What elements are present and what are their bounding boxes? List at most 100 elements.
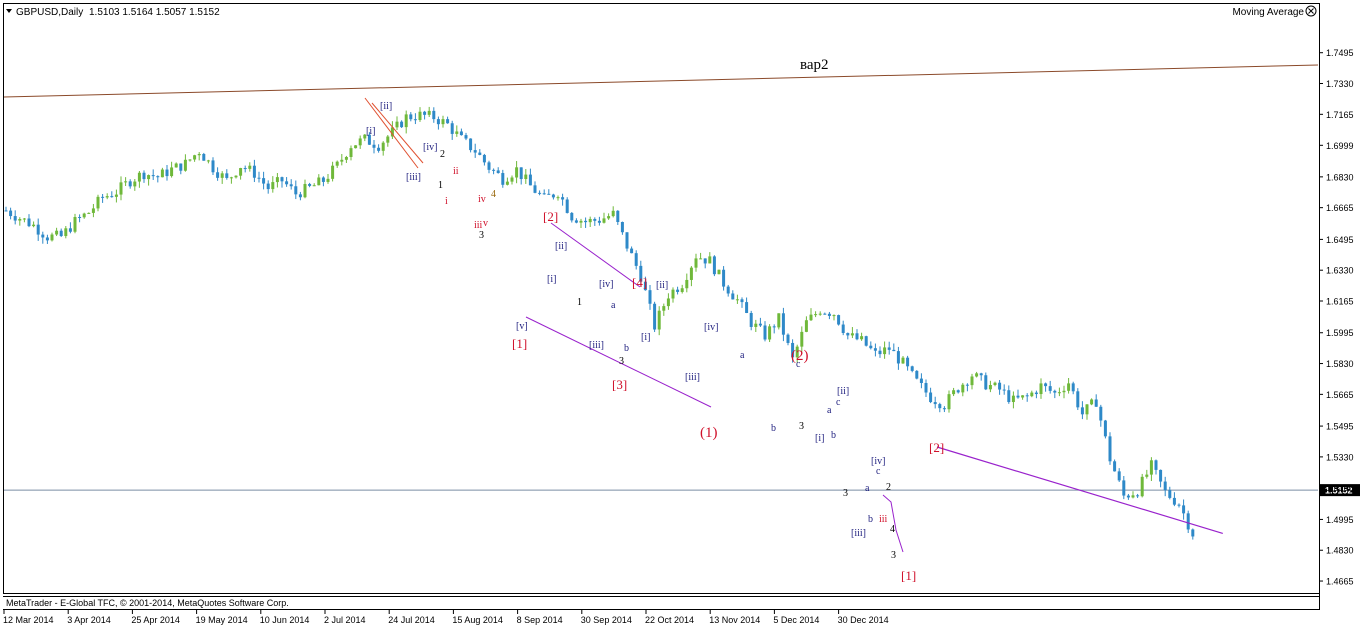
indicator-close-icon[interactable] <box>1305 5 1317 17</box>
wave-label: a <box>827 405 832 416</box>
price-tick-label: 1.5830 <box>1326 359 1354 369</box>
candle-body <box>170 167 174 177</box>
wave-lines-layer <box>364 97 1223 553</box>
candle-body <box>864 336 868 346</box>
candle-body <box>119 182 123 195</box>
candle-body <box>814 314 818 316</box>
candle-body <box>556 197 560 199</box>
symbol-dropdown-icon[interactable] <box>6 9 12 13</box>
candle-body <box>68 228 72 232</box>
candle-body <box>722 269 726 287</box>
price-tick-label: 1.7495 <box>1326 48 1354 58</box>
candle-body <box>694 258 698 268</box>
wave-label: [iii] <box>685 372 700 383</box>
candle-body <box>883 347 887 355</box>
candle-body <box>878 350 882 355</box>
candle-body <box>1057 392 1061 394</box>
candle-body <box>36 224 40 235</box>
candle-body <box>202 153 206 161</box>
candle-body <box>671 289 675 299</box>
candle-body <box>1039 383 1043 395</box>
candle-body <box>459 131 463 136</box>
candle-body <box>124 181 128 183</box>
candle-body <box>9 210 13 217</box>
candles-layer <box>4 106 1195 540</box>
wave-label: [iv] <box>423 142 437 153</box>
candle-body <box>188 159 192 161</box>
candle-body <box>469 138 473 151</box>
candle-body <box>50 234 54 241</box>
candle-body <box>386 136 390 143</box>
price-tick-label: 1.7165 <box>1326 110 1354 120</box>
candle-body <box>860 336 864 340</box>
indicator-label: Moving Average <box>1232 7 1304 18</box>
candle-body <box>781 313 785 335</box>
candle-body <box>777 313 781 328</box>
wave-label: [1] <box>512 336 527 351</box>
wave-label: c <box>876 466 881 477</box>
candle-body <box>717 269 721 275</box>
candle-body <box>823 313 827 315</box>
candle-body <box>321 177 325 182</box>
candle-body <box>961 384 965 393</box>
candle-body <box>1122 480 1126 496</box>
candle-body <box>924 383 928 393</box>
price-tick-label: 1.5330 <box>1326 452 1354 462</box>
candle-body <box>542 193 546 195</box>
candle-body <box>1131 495 1135 498</box>
candle-body <box>220 173 224 178</box>
price-chart[interactable]: GBPUSD,Daily 1.5103 1.5164 1.5057 1.5152… <box>0 0 1362 628</box>
candle-body <box>1025 395 1029 397</box>
candle-body <box>1191 529 1195 537</box>
candle-body <box>896 351 900 364</box>
candle-body <box>956 390 960 393</box>
candle-body <box>975 373 979 377</box>
candle-body <box>910 366 914 371</box>
candle-body <box>538 192 542 194</box>
time-tick-label: 2 Jul 2014 <box>324 615 366 625</box>
wave-label: [iii] <box>589 340 604 351</box>
trend-layer: вар21.5152 <box>3 57 1360 497</box>
candle-body <box>712 256 716 275</box>
wave-label: [ii] <box>555 241 567 252</box>
wave-label: b <box>868 514 873 525</box>
candle-body <box>919 378 923 384</box>
candle-body <box>142 172 146 180</box>
candle-body <box>515 167 519 178</box>
candle-body <box>55 230 59 235</box>
candle-body <box>809 314 813 321</box>
candle-body <box>271 182 275 190</box>
candle-body <box>404 114 408 128</box>
price-tick-label: 1.5665 <box>1326 390 1354 400</box>
candle-body <box>280 177 284 182</box>
candle-body <box>933 402 937 405</box>
candle-body <box>400 121 404 128</box>
candle-body <box>1099 406 1103 421</box>
wave-label: 3 <box>891 550 896 561</box>
candle-body <box>1136 495 1140 497</box>
time-tick-label: 12 Mar 2014 <box>3 615 54 625</box>
candle-body <box>680 288 684 292</box>
candle-body <box>505 181 509 185</box>
candle-body <box>13 216 17 221</box>
candle-body <box>1085 404 1089 415</box>
time-tick-label: 10 Jun 2014 <box>260 615 310 625</box>
wave-label: [iii] <box>406 172 421 183</box>
candle-body <box>887 347 891 350</box>
candle-body <box>906 357 910 367</box>
wave-labels-layer: [ii][i][iii][iv]21iii iviii v43[2][1][v][i… <box>366 101 944 583</box>
candle-body <box>446 119 450 124</box>
candle-body <box>234 175 238 178</box>
time-tick-label: 13 Nov 2014 <box>709 615 760 625</box>
candle-body <box>1172 497 1176 505</box>
candle-body <box>676 289 680 292</box>
candle-body <box>998 382 1002 390</box>
candle-body <box>18 219 22 221</box>
candle-body <box>1080 407 1084 415</box>
candle-body <box>740 299 744 303</box>
candle-body <box>1071 383 1075 392</box>
candle-body <box>262 178 266 184</box>
candle-body <box>827 313 831 316</box>
candle-body <box>708 256 712 264</box>
candle-body <box>735 299 739 301</box>
